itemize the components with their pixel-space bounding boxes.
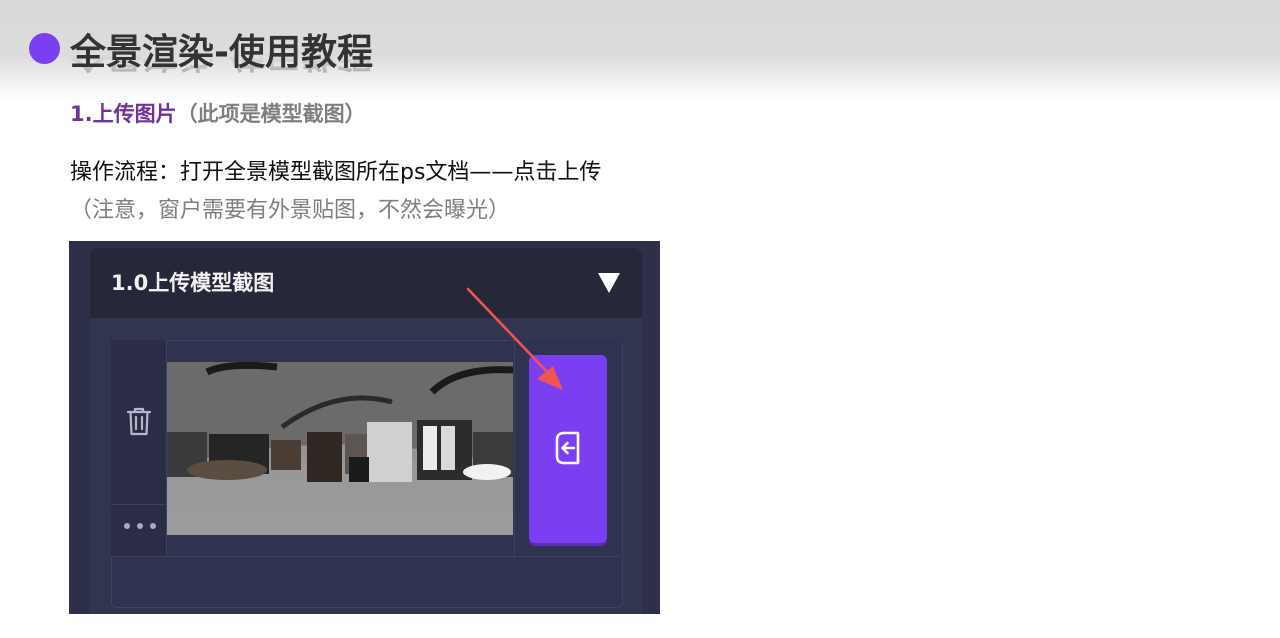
instruction-line: 操作流程：打开全景模型截图所在ps文档——点击上传 bbox=[70, 160, 602, 185]
tutorial-screenshot: 1.0上传模型截图 bbox=[69, 241, 660, 614]
panel-title: 1.0上传模型截图 bbox=[111, 271, 275, 295]
instruction-note: （注意，窗户需要有外景贴图，不然会曝光） bbox=[70, 198, 511, 223]
side-divider bbox=[111, 504, 166, 505]
title-bullet bbox=[29, 33, 60, 64]
panorama-thumbnail bbox=[167, 362, 513, 535]
card-divider bbox=[111, 556, 621, 557]
trash-icon[interactable] bbox=[125, 405, 153, 437]
more-dots-icon[interactable] bbox=[124, 520, 156, 532]
triangle-down-icon[interactable] bbox=[598, 273, 620, 293]
section-note: （此项是模型截图） bbox=[176, 102, 366, 126]
panel-header[interactable]: 1.0上传模型截图 bbox=[90, 248, 642, 318]
section-heading: 1.上传图片（此项是模型截图） bbox=[70, 100, 366, 128]
page-title: 全景渲染-使用教程 bbox=[70, 32, 373, 73]
upload-import-icon bbox=[555, 431, 580, 465]
upload-button[interactable] bbox=[529, 355, 607, 543]
section-number-label: 1.上传图片 bbox=[70, 102, 177, 126]
